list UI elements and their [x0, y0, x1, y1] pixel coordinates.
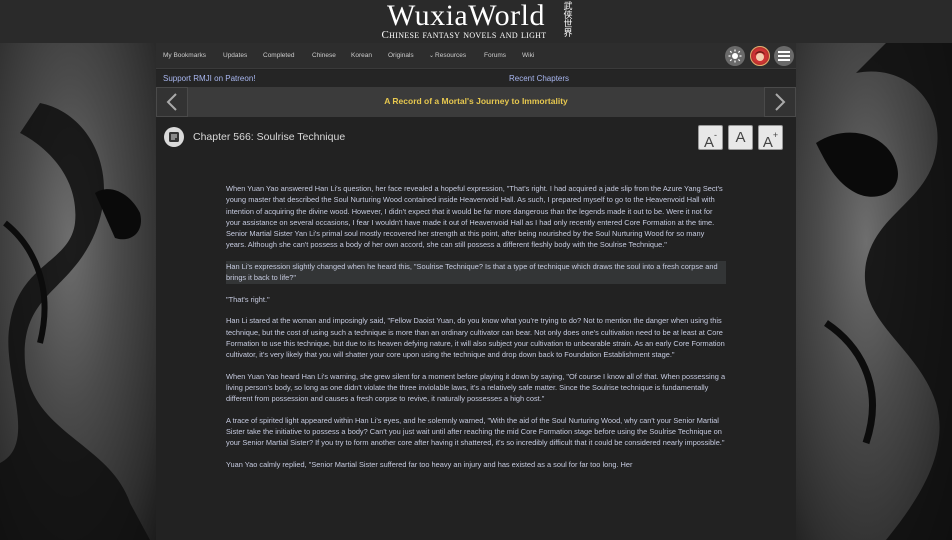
top-nav: My Bookmarks Updates Completed Chinese K…: [156, 43, 796, 69]
chapter-list-button[interactable]: [164, 127, 184, 147]
sub-links-bar: Support RMJI on Patreon! Recent Chapters: [156, 70, 796, 87]
nav-forums[interactable]: Forums: [484, 52, 506, 59]
next-chapter-button[interactable]: [764, 87, 796, 117]
main-column: My Bookmarks Updates Completed Chinese K…: [156, 43, 796, 540]
chapter-paragraph: Yuan Yao calmly replied, "Senior Martial…: [226, 459, 633, 469]
theme-toggle-button[interactable]: [725, 46, 745, 66]
chapter-paragraph: "That's right.": [226, 294, 270, 304]
chapter-title: Chapter 566: Soulrise Technique: [193, 131, 346, 143]
nav-originals[interactable]: Originals: [388, 52, 414, 59]
decrease-font-button[interactable]: A-: [698, 125, 723, 151]
plus-icon: +: [772, 130, 779, 140]
user-avatar-icon: [752, 48, 768, 64]
reset-font-button[interactable]: A: [728, 125, 753, 150]
nav-chinese[interactable]: Chinese: [312, 52, 336, 59]
nav-resources-label: Resources: [435, 52, 467, 59]
nav-my-bookmarks[interactable]: My Bookmarks: [163, 52, 206, 59]
chapter-paragraph: Han Li stared at the woman and imposingl…: [226, 316, 725, 360]
increase-font-label: A: [762, 134, 773, 151]
chapter-content: When Yuan Yao answered Han Li's question…: [226, 183, 726, 480]
avatar[interactable]: [750, 46, 770, 66]
chevron-down-icon: ⌄: [429, 53, 435, 59]
logo-chinese-characters: 武侠世界: [563, 2, 573, 39]
nav-updates[interactable]: Updates: [223, 52, 247, 59]
left-dragon-artwork: [0, 43, 156, 540]
chevron-left-icon: [166, 93, 177, 111]
recent-chapters-link[interactable]: Recent Chapters: [509, 74, 569, 83]
chapter-paragraph: Han Li's expression slightly changed whe…: [226, 260, 726, 284]
decrease-font-label: A: [703, 134, 714, 151]
novel-title[interactable]: A Record of a Mortal's Journey to Immort…: [188, 96, 764, 106]
minus-icon: -: [714, 130, 717, 140]
nav-wiki[interactable]: Wiki: [522, 52, 534, 59]
chapter-paragraph: A trace of spirited light appeared withi…: [226, 415, 725, 448]
nav-completed[interactable]: Completed: [263, 52, 294, 59]
chapter-paragraph: When Yuan Yao answered Han Li's question…: [226, 184, 723, 250]
site-logo[interactable]: WuxiaWorld Chinese fantasy novels and li…: [366, 0, 586, 54]
chapter-paragraph: When Yuan Yao heard Han Li's warning, sh…: [226, 371, 726, 404]
menu-icon: [778, 51, 790, 61]
menu-button[interactable]: [774, 46, 794, 66]
site-header: WuxiaWorld Chinese fantasy novels and li…: [0, 0, 952, 54]
logo-title: WuxiaWorld: [386, 0, 545, 32]
book-icon: [169, 132, 179, 142]
chapter-header: Chapter 566: Soulrise Technique A- A A+: [156, 125, 796, 151]
nav-korean[interactable]: Korean: [351, 52, 372, 59]
right-dragon-artwork: [796, 43, 952, 540]
novel-title-bar: A Record of a Mortal's Journey to Immort…: [156, 87, 796, 117]
previous-chapter-button[interactable]: [156, 87, 188, 117]
increase-font-button[interactable]: A+: [758, 125, 783, 151]
nav-resources[interactable]: ⌄Resources: [429, 52, 466, 59]
patreon-link[interactable]: Support RMJI on Patreon!: [163, 74, 256, 83]
chevron-right-icon: [775, 93, 786, 111]
sun-icon: [728, 49, 742, 63]
